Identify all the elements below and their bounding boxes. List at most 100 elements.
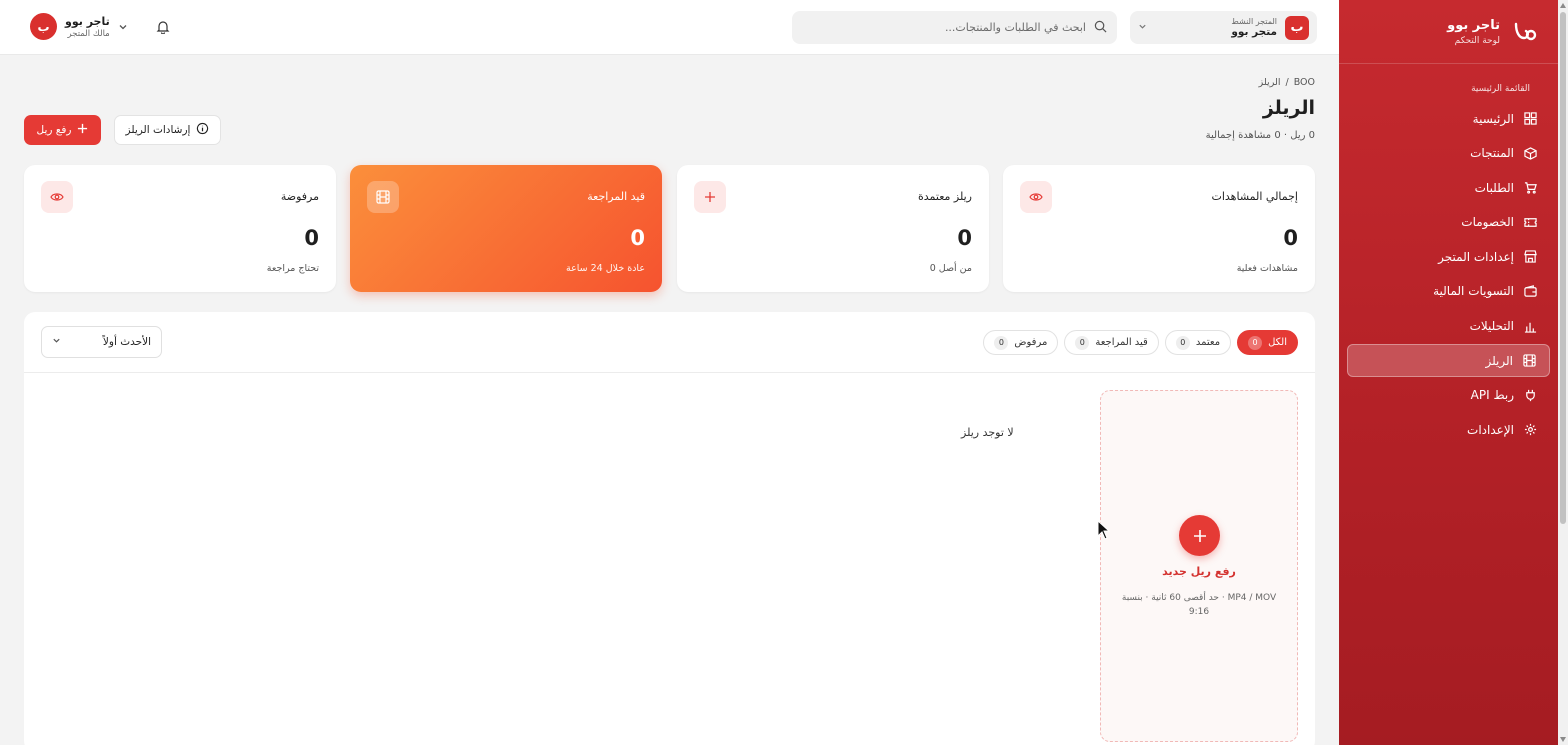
brand-title: تاجر بوو [1447,17,1500,33]
film-icon [367,181,399,213]
sidebar-brand: تاجر بوو لوحة التحكم [1339,0,1558,64]
plug-icon [1526,389,1535,401]
store-selector[interactable]: ب المتجر النشط متجر بوو [1130,11,1317,44]
reels-guidelines-label: إرشادات الريلز [125,124,191,136]
tab-label: مرفوض [1014,337,1048,348]
sidebar-item-settings[interactable]: الإعدادات [1347,413,1550,446]
eye-icon [41,181,73,213]
film-icon [1523,354,1536,367]
stat-hint: مشاهدات فعلية [1236,263,1298,274]
bar-chart-icon [1524,322,1537,333]
breadcrumb-current: الريلز [1258,77,1281,88]
store-icon [1524,250,1537,264]
empty-state-text: لا توجد ريلز [961,426,1014,439]
stat-card-rejected: مرفوضة 0 تحتاج مراجعة [24,165,336,292]
stat-hint: تحتاج مراجعة [266,263,319,274]
sidebar-item-label: الرئيسية [1472,111,1514,126]
plus-icon [77,123,88,137]
sidebar-item-discounts[interactable]: الخصومات [1347,206,1550,239]
upload-reel-button[interactable]: رفع ريل [24,115,101,145]
plus-icon [694,181,726,213]
user-name: تاجر بوو [65,14,110,28]
grid-icon [1524,112,1537,125]
gear-icon [1524,424,1537,436]
stat-value: 0 [630,226,645,250]
stat-hint: من أصل 0 [929,263,972,274]
info-icon [196,122,209,138]
sidebar-item-products[interactable]: المنتجات [1347,137,1550,170]
tab-rejected[interactable]: مرفوض 0 [983,330,1059,355]
search-input[interactable] [802,21,1086,34]
stat-label: إجمالي المشاهدات [1211,190,1298,203]
sort-select[interactable]: الأحدث أولاً [41,326,162,358]
search-box[interactable] [792,11,1117,44]
upload-card-title: رفع ريل جديد [1162,565,1236,578]
page-title: الريلز [1262,97,1315,119]
sidebar-item-home[interactable]: الرئيسية [1347,102,1550,135]
sidebar-item-label: إعدادات المتجر [1438,249,1514,264]
stat-card-total-views: إجمالي المشاهدات 0 مشاهدات فعلية [1003,165,1315,292]
scroll-thumb[interactable] [1560,12,1566,524]
user-menu[interactable]: تاجر بوو مالك المتجر ب [30,13,128,40]
sidebar-item-store-settings[interactable]: إعدادات المتجر [1347,240,1550,273]
tab-under-review[interactable]: قيد المراجعة 0 [1064,330,1159,355]
sort-value: الأحدث أولاً [102,336,151,348]
breadcrumb-root[interactable]: BOO [1294,77,1315,88]
ticket-icon [1524,217,1537,227]
brand-logo-icon [1510,17,1540,47]
sidebar-item-settlements[interactable]: التسويات المالية [1347,275,1550,308]
breadcrumb-separator: / [1285,77,1289,88]
breadcrumb: BOO / الريلز [1259,77,1315,88]
sidebar-item-label: ربط API [1470,388,1514,403]
reels-panel-header: الكل 0 معتمد 0 قيد المراجعة 0 مرفوض 0 ال… [24,312,1315,373]
stat-label: ريلز معتمدة [918,190,972,203]
page-subtitle: 0 ريل · 0 مشاهدة إجمالية [1205,130,1315,141]
chevron-down-icon [1138,22,1147,34]
store-badge: ب [1285,15,1309,40]
tab-count: 0 [994,335,1009,350]
stat-card-approved: ريلز معتمدة 0 من أصل 0 [677,165,989,292]
stat-card-under-review: قيد المراجعة 0 عادة خلال 24 ساعة [350,165,662,292]
sidebar-item-label: الإعدادات [1467,422,1514,437]
stat-value: 0 [957,226,972,250]
stat-value: 0 [304,226,319,250]
sidebar-nav: الرئيسية المنتجات الطلبات الخصومات إعداد… [1339,102,1558,446]
upload-reel-label: رفع ريل [36,124,72,136]
sidebar-item-analytics[interactable]: التحليلات [1347,310,1550,343]
sidebar-item-label: التحليلات [1469,319,1514,334]
brand-subtitle: لوحة التحكم [1454,35,1500,46]
scroll-up-icon[interactable] [1560,3,1566,8]
tab-count: 0 [1075,335,1090,350]
upload-new-reel-card[interactable]: رفع ريل جديد MP4 / MOV · حد أقصى 60 ثاني… [1100,390,1298,742]
notification-bell-icon[interactable] [156,19,170,35]
sidebar-item-api[interactable]: ربط API [1347,379,1550,412]
user-role: مالك المتجر [67,28,110,39]
scroll-down-icon[interactable] [1560,737,1566,742]
tab-count: 0 [1175,335,1190,350]
tab-approved[interactable]: معتمد 0 [1164,330,1232,355]
store-name: متجر بوو [1231,26,1277,38]
upload-card-description: MP4 / MOV · حد أقصى 60 ثانية · بنسبة 9:1… [1121,593,1277,617]
stat-label: قيد المراجعة [587,190,645,203]
reels-guidelines-button[interactable]: إرشادات الريلز [114,115,221,145]
stat-value: 0 [1283,226,1298,250]
page-scrollbar[interactable] [1558,0,1568,745]
wallet-icon [1524,285,1537,297]
sidebar-item-label: الخصومات [1461,215,1514,230]
reels-panel: الكل 0 معتمد 0 قيد المراجعة 0 مرفوض 0 ال… [24,312,1315,745]
stat-hint: عادة خلال 24 ساعة [566,263,645,274]
sidebar: تاجر بوو لوحة التحكم القائمة الرئيسية ال… [1339,0,1558,745]
sidebar-item-reels[interactable]: الريلز [1347,344,1550,378]
sidebar-item-label: الطلبات [1474,180,1514,195]
sidebar-item-label: المنتجات [1470,146,1514,161]
tab-all[interactable]: الكل 0 [1237,330,1298,355]
tab-label: الكل [1268,337,1287,348]
sidebar-section-label: القائمة الرئيسية [1471,84,1530,94]
status-filter-tabs: الكل 0 معتمد 0 قيد المراجعة 0 مرفوض 0 [983,330,1298,355]
sidebar-item-orders[interactable]: الطلبات [1347,171,1550,204]
plus-icon[interactable] [1179,515,1220,556]
chevron-down-icon [52,336,61,348]
tab-label: معتمد [1195,337,1221,348]
box-icon [1524,146,1537,160]
tab-label: قيد المراجعة [1095,337,1148,348]
